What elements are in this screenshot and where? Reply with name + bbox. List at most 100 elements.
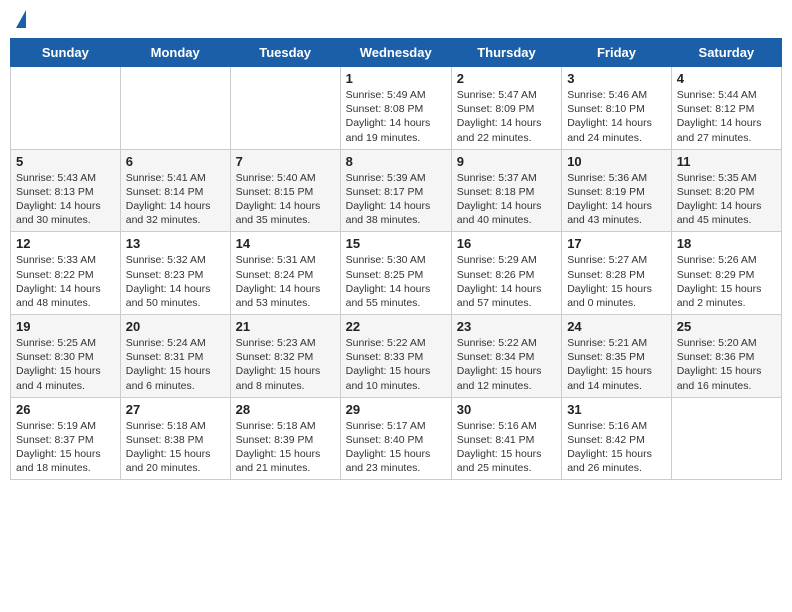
day-number: 17: [567, 236, 666, 251]
day-header-friday: Friday: [562, 39, 672, 67]
day-number: 13: [126, 236, 225, 251]
calendar-cell: 1 Sunrise: 5:49 AM Sunset: 8:08 PM Daylig…: [340, 67, 451, 150]
day-info: Sunrise: 5:24 AM Sunset: 8:31 PM Dayligh…: [126, 336, 225, 393]
day-number: 30: [457, 402, 556, 417]
day-number: 31: [567, 402, 666, 417]
day-info: Sunrise: 5:36 AM Sunset: 8:19 PM Dayligh…: [567, 171, 666, 228]
day-header-sunday: Sunday: [11, 39, 121, 67]
day-number: 9: [457, 154, 556, 169]
day-number: 16: [457, 236, 556, 251]
calendar-cell: 18 Sunrise: 5:26 AM Sunset: 8:29 PM Dayli…: [671, 232, 781, 315]
calendar-cell: 24 Sunrise: 5:21 AM Sunset: 8:35 PM Dayli…: [562, 315, 672, 398]
day-number: 1: [346, 71, 446, 86]
calendar-table: SundayMondayTuesdayWednesdayThursdayFrid…: [10, 38, 782, 480]
day-info: Sunrise: 5:30 AM Sunset: 8:25 PM Dayligh…: [346, 253, 446, 310]
day-info: Sunrise: 5:25 AM Sunset: 8:30 PM Dayligh…: [16, 336, 115, 393]
day-info: Sunrise: 5:22 AM Sunset: 8:34 PM Dayligh…: [457, 336, 556, 393]
day-number: 2: [457, 71, 556, 86]
day-number: 14: [236, 236, 335, 251]
day-info: Sunrise: 5:26 AM Sunset: 8:29 PM Dayligh…: [677, 253, 776, 310]
day-number: 29: [346, 402, 446, 417]
day-number: 6: [126, 154, 225, 169]
day-header-saturday: Saturday: [671, 39, 781, 67]
day-number: 22: [346, 319, 446, 334]
day-info: Sunrise: 5:44 AM Sunset: 8:12 PM Dayligh…: [677, 88, 776, 145]
calendar-cell: 21 Sunrise: 5:23 AM Sunset: 8:32 PM Dayli…: [230, 315, 340, 398]
day-info: Sunrise: 5:37 AM Sunset: 8:18 PM Dayligh…: [457, 171, 556, 228]
calendar-cell: 15Sunrise: 5:30 AM Sunset: 8:25 PM Dayli…: [340, 232, 451, 315]
day-header-monday: Monday: [120, 39, 230, 67]
calendar-cell: 6 Sunrise: 5:41 AM Sunset: 8:14 PM Daylig…: [120, 149, 230, 232]
day-info: Sunrise: 5:23 AM Sunset: 8:32 PM Dayligh…: [236, 336, 335, 393]
calendar-week-row: 1 Sunrise: 5:49 AM Sunset: 8:08 PM Daylig…: [11, 67, 782, 150]
calendar-cell: 14 Sunrise: 5:31 AM Sunset: 8:24 PM Dayli…: [230, 232, 340, 315]
day-number: 28: [236, 402, 335, 417]
day-info: Sunrise: 5:29 AM Sunset: 8:26 PM Dayligh…: [457, 253, 556, 310]
calendar-cell: 23 Sunrise: 5:22 AM Sunset: 8:34 PM Dayli…: [451, 315, 561, 398]
calendar-cell: 17 Sunrise: 5:27 AM Sunset: 8:28 PM Dayli…: [562, 232, 672, 315]
day-number: 20: [126, 319, 225, 334]
calendar-header-row: SundayMondayTuesdayWednesdayThursdayFrid…: [11, 39, 782, 67]
calendar-cell: 16 Sunrise: 5:29 AM Sunset: 8:26 PM Dayli…: [451, 232, 561, 315]
calendar-cell: [671, 397, 781, 480]
day-number: 8: [346, 154, 446, 169]
day-info: Sunrise: 5:21 AM Sunset: 8:35 PM Dayligh…: [567, 336, 666, 393]
calendar-cell: 4Sunrise: 5:44 AM Sunset: 8:12 PM Daylig…: [671, 67, 781, 150]
calendar-cell: 29 Sunrise: 5:17 AM Sunset: 8:40 PM Dayli…: [340, 397, 451, 480]
day-number: 3: [567, 71, 666, 86]
day-number: 26: [16, 402, 115, 417]
day-info: Sunrise: 5:33 AM Sunset: 8:22 PM Dayligh…: [16, 253, 115, 310]
day-info: Sunrise: 5:31 AM Sunset: 8:24 PM Dayligh…: [236, 253, 335, 310]
calendar-cell: 28 Sunrise: 5:18 AM Sunset: 8:39 PM Dayli…: [230, 397, 340, 480]
calendar-cell: 2 Sunrise: 5:47 AM Sunset: 8:09 PM Daylig…: [451, 67, 561, 150]
calendar-cell: 7 Sunrise: 5:40 AM Sunset: 8:15 PM Daylig…: [230, 149, 340, 232]
day-info: Sunrise: 5:18 AM Sunset: 8:39 PM Dayligh…: [236, 419, 335, 476]
calendar-cell: 9 Sunrise: 5:37 AM Sunset: 8:18 PM Daylig…: [451, 149, 561, 232]
calendar-cell: 10 Sunrise: 5:36 AM Sunset: 8:19 PM Dayli…: [562, 149, 672, 232]
calendar-cell: 22 Sunrise: 5:22 AM Sunset: 8:33 PM Dayli…: [340, 315, 451, 398]
calendar-cell: 30 Sunrise: 5:16 AM Sunset: 8:41 PM Dayli…: [451, 397, 561, 480]
calendar-cell: 19 Sunrise: 5:25 AM Sunset: 8:30 PM Dayli…: [11, 315, 121, 398]
day-number: 18: [677, 236, 776, 251]
day-info: Sunrise: 5:40 AM Sunset: 8:15 PM Dayligh…: [236, 171, 335, 228]
day-info: Sunrise: 5:17 AM Sunset: 8:40 PM Dayligh…: [346, 419, 446, 476]
day-info: Sunrise: 5:16 AM Sunset: 8:41 PM Dayligh…: [457, 419, 556, 476]
day-number: 12: [16, 236, 115, 251]
day-info: Sunrise: 5:35 AM Sunset: 8:20 PM Dayligh…: [677, 171, 776, 228]
day-info: Sunrise: 5:49 AM Sunset: 8:08 PM Dayligh…: [346, 88, 446, 145]
calendar-week-row: 5Sunrise: 5:43 AM Sunset: 8:13 PM Daylig…: [11, 149, 782, 232]
day-number: 19: [16, 319, 115, 334]
day-info: Sunrise: 5:46 AM Sunset: 8:10 PM Dayligh…: [567, 88, 666, 145]
calendar-cell: 11 Sunrise: 5:35 AM Sunset: 8:20 PM Dayli…: [671, 149, 781, 232]
calendar-week-row: 26 Sunrise: 5:19 AM Sunset: 8:37 PM Dayli…: [11, 397, 782, 480]
day-number: 25: [677, 319, 776, 334]
calendar-cell: 31Sunrise: 5:16 AM Sunset: 8:42 PM Dayli…: [562, 397, 672, 480]
day-header-wednesday: Wednesday: [340, 39, 451, 67]
calendar-cell: [120, 67, 230, 150]
day-number: 21: [236, 319, 335, 334]
day-info: Sunrise: 5:47 AM Sunset: 8:09 PM Dayligh…: [457, 88, 556, 145]
day-info: Sunrise: 5:27 AM Sunset: 8:28 PM Dayligh…: [567, 253, 666, 310]
day-number: 23: [457, 319, 556, 334]
day-number: 10: [567, 154, 666, 169]
day-header-thursday: Thursday: [451, 39, 561, 67]
day-number: 7: [236, 154, 335, 169]
day-info: Sunrise: 5:18 AM Sunset: 8:38 PM Dayligh…: [126, 419, 225, 476]
calendar-week-row: 19 Sunrise: 5:25 AM Sunset: 8:30 PM Dayli…: [11, 315, 782, 398]
day-number: 24: [567, 319, 666, 334]
calendar-cell: 12 Sunrise: 5:33 AM Sunset: 8:22 PM Dayli…: [11, 232, 121, 315]
logo: [14, 10, 26, 30]
calendar-cell: 26 Sunrise: 5:19 AM Sunset: 8:37 PM Dayli…: [11, 397, 121, 480]
day-info: Sunrise: 5:41 AM Sunset: 8:14 PM Dayligh…: [126, 171, 225, 228]
day-info: Sunrise: 5:39 AM Sunset: 8:17 PM Dayligh…: [346, 171, 446, 228]
day-info: Sunrise: 5:22 AM Sunset: 8:33 PM Dayligh…: [346, 336, 446, 393]
day-info: Sunrise: 5:19 AM Sunset: 8:37 PM Dayligh…: [16, 419, 115, 476]
logo-triangle-icon: [16, 10, 26, 28]
day-number: 11: [677, 154, 776, 169]
calendar-cell: 5Sunrise: 5:43 AM Sunset: 8:13 PM Daylig…: [11, 149, 121, 232]
day-header-tuesday: Tuesday: [230, 39, 340, 67]
calendar-week-row: 12 Sunrise: 5:33 AM Sunset: 8:22 PM Dayli…: [11, 232, 782, 315]
calendar-cell: 20 Sunrise: 5:24 AM Sunset: 8:31 PM Dayli…: [120, 315, 230, 398]
day-number: 5: [16, 154, 115, 169]
calendar-cell: 25Sunrise: 5:20 AM Sunset: 8:36 PM Dayli…: [671, 315, 781, 398]
